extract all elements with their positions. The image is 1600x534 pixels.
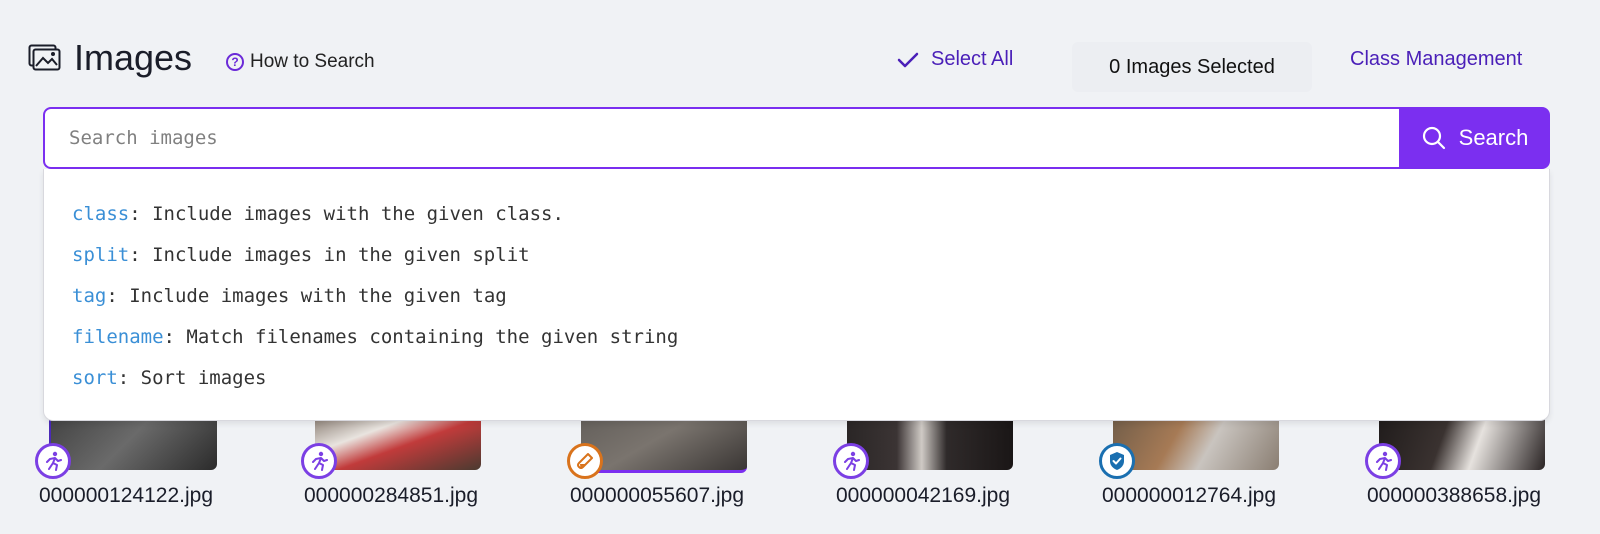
image-filename: 000000012764.jpg [1102, 484, 1277, 507]
search-button[interactable]: Search [1399, 107, 1550, 169]
option-key: class [72, 203, 130, 225]
search-option-tag[interactable]: tag: Include images with the given tag [44, 276, 1549, 317]
option-description: : Include images with the given class. [129, 203, 564, 225]
image-filename: 000000055607.jpg [570, 484, 745, 507]
class-badge [1365, 443, 1401, 479]
page-title: Images [74, 37, 193, 78]
how-to-search-link[interactable]: ? How to Search [226, 51, 375, 73]
option-description: : Match filenames containing the given s… [163, 326, 679, 348]
test-tube-icon [577, 453, 593, 469]
how-to-search-label: How to Search [250, 51, 375, 72]
image-filename: 000000124122.jpg [39, 484, 214, 507]
select-all-button[interactable]: Select All [897, 48, 1013, 71]
search-button-label: Search [1458, 125, 1529, 150]
search-input[interactable] [43, 107, 1399, 169]
image-filename: 000000388658.jpg [1367, 484, 1542, 507]
image-filename: 000000284851.jpg [304, 484, 479, 507]
class-badge [567, 443, 603, 479]
option-key: tag [72, 285, 107, 307]
running-person-icon [46, 451, 62, 471]
page-header: Images ? How to Search Select All 0 Imag… [0, 0, 1600, 100]
class-badge [833, 443, 869, 479]
search-panel: Search class: Include images with the gi… [43, 107, 1550, 423]
option-description: : Include images with the given tag [106, 285, 507, 307]
class-management-link[interactable]: Class Management [1350, 48, 1522, 71]
option-description: : Include images in the given split [129, 244, 530, 266]
class-badge [1099, 443, 1135, 479]
option-key: split [72, 244, 130, 266]
question-circle-icon: ? [226, 53, 244, 71]
search-icon [1422, 126, 1445, 150]
class-badge [301, 443, 337, 479]
running-person-icon [844, 451, 860, 471]
image-filename: 000000042169.jpg [836, 484, 1011, 507]
running-person-icon [312, 451, 328, 471]
option-description: : Sort images [117, 367, 267, 389]
shield-check-icon [1110, 452, 1124, 470]
running-person-icon [1376, 451, 1392, 471]
search-option-sort[interactable]: sort: Sort images [44, 358, 1549, 399]
images-selected-count: 0 Images Selected [1072, 42, 1312, 92]
option-key: sort [72, 367, 118, 389]
option-key: filename [72, 326, 164, 348]
search-option-split[interactable]: split: Include images in the given split [44, 235, 1549, 276]
search-option-class[interactable]: class: Include images with the given cla… [44, 194, 1549, 235]
search-option-filename[interactable]: filename: Match filenames containing the… [44, 317, 1549, 358]
images-icon [28, 44, 61, 71]
check-icon [897, 52, 919, 67]
class-badge [35, 443, 71, 479]
images-selected-label: 0 Images Selected [1109, 55, 1275, 78]
select-all-label: Select All [931, 48, 1014, 70]
search-suggestions: class: Include images with the given cla… [43, 169, 1550, 421]
